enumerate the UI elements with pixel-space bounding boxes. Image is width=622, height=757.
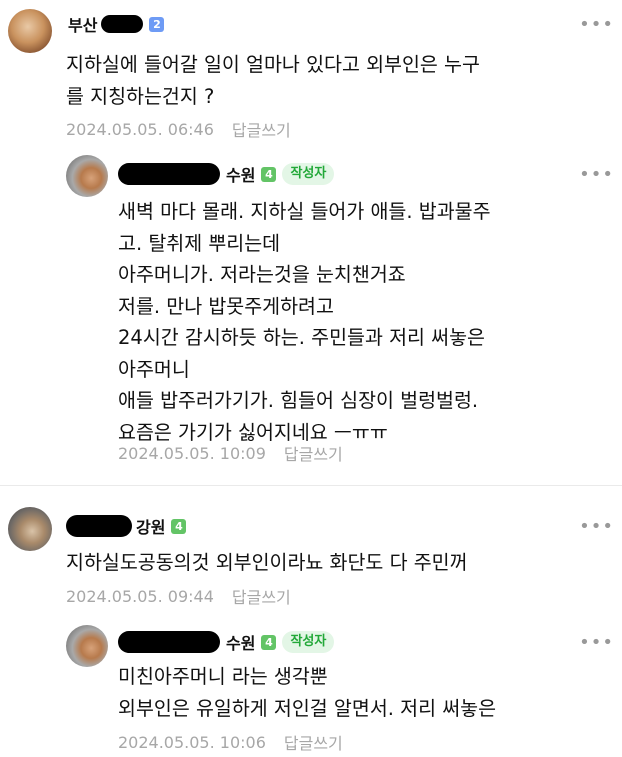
comment-text: 지하실에 들어갈 일이 얼마나 있다고 외부인은 누구 를 지칭하는건지 ? [66,53,480,108]
author-badge: 작성자 [282,631,335,653]
more-options-icon[interactable]: ••• [579,632,614,653]
avatar[interactable] [8,507,52,551]
reply-button[interactable]: 답글쓰기 [232,584,291,608]
comment-text: 새벽 마다 몰래. 지하실 들어가 애들. 밥과물주 고. 탈취제 뿌리는데 아… [118,200,491,444]
more-options-icon[interactable]: ••• [579,516,614,537]
comment-text: 지하실도공동의것 외부인이라뇨 화단도 다 주민꺼 [66,551,468,574]
author-name[interactable]: 수원 [226,162,255,186]
reply-button[interactable]: 답글쓰기 [284,441,343,465]
comment-date: 2024.05.05. 10:06 [118,732,266,752]
comment-date: 2024.05.05. 06:46 [66,119,214,139]
comment-date: 2024.05.05. 10:09 [118,443,266,463]
redacted-name [101,15,144,33]
more-options-icon[interactable]: ••• [579,164,614,185]
level-badge: 4 [261,634,277,650]
avatar[interactable] [66,625,108,667]
author-name[interactable]: 수원 [226,630,255,654]
author-name[interactable]: 부산 [68,12,97,36]
level-badge: 4 [171,518,187,534]
avatar[interactable] [66,155,108,197]
author-name[interactable]: 강원 [136,514,165,538]
avatar[interactable] [8,9,52,53]
more-options-icon[interactable]: ••• [579,14,614,35]
reply-button[interactable]: 답글쓰기 [232,117,291,141]
redacted-name [118,631,220,653]
redacted-name [66,515,132,537]
redacted-name [118,163,220,185]
author-badge: 작성자 [282,163,335,185]
reply-button[interactable]: 답글쓰기 [284,730,343,754]
divider [0,485,622,486]
level-badge: 2 [149,16,165,32]
comment-date: 2024.05.05. 09:44 [66,586,214,606]
level-badge: 4 [261,166,277,182]
comment-text: 미친아주머니 라는 생각뿐 외부인은 유일하게 저인걸 알면서. 저리 써놓은 [118,665,497,720]
